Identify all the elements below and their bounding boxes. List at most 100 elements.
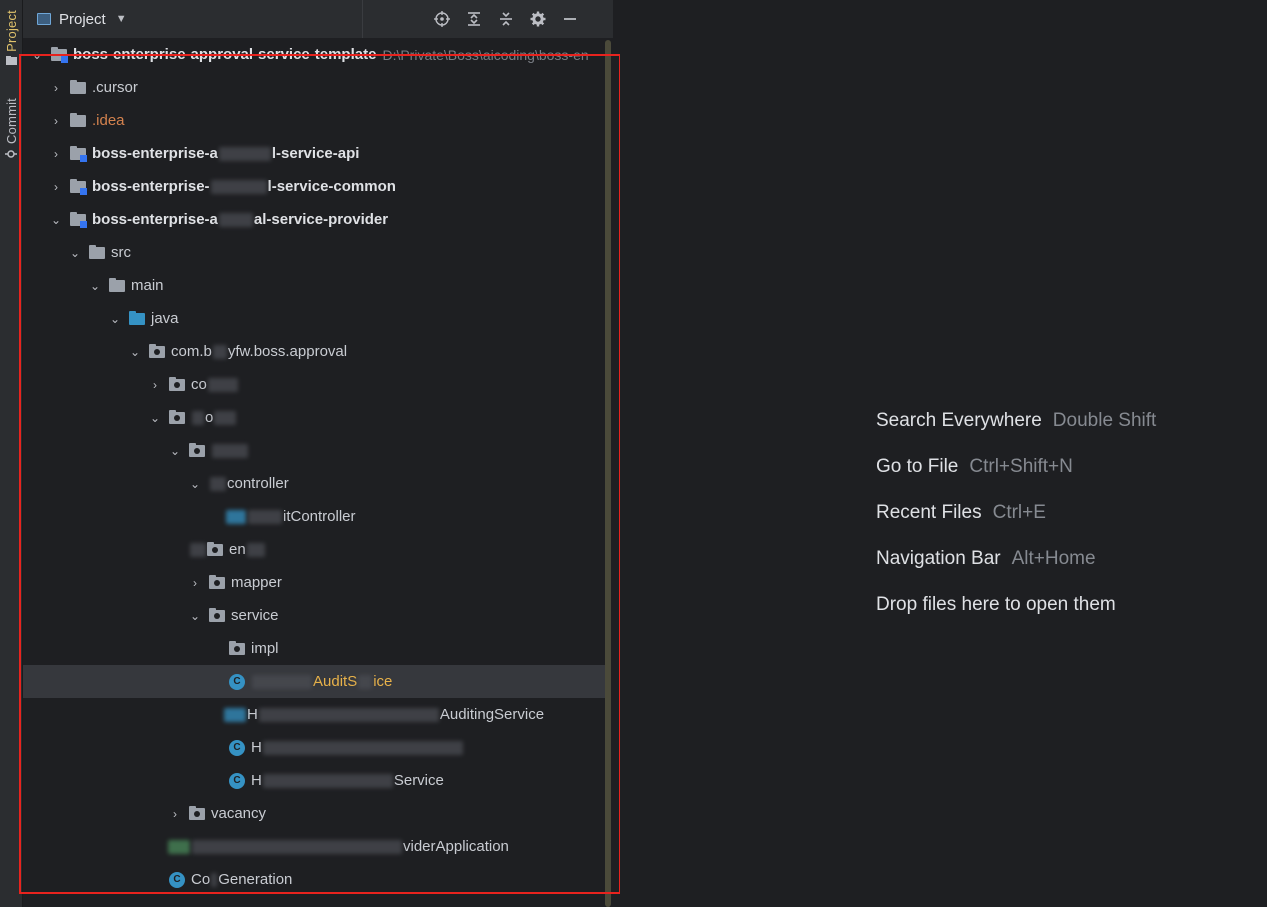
class-icon: C [229,673,245,690]
codegen-label-start: Co [191,871,211,888]
tree-row-java[interactable]: ⌄ java [23,302,606,335]
impl-label: impl [251,640,279,657]
class-2-label-end: AuditingService [439,706,545,723]
root-label: boss-enterprise-approval-service-templat… [73,46,377,63]
tree-row-package-1[interactable]: › co [23,368,606,401]
minimize-icon[interactable] [561,10,579,28]
locate-icon[interactable] [433,10,451,28]
tree-row-service[interactable]: ⌄ service [23,599,606,632]
tree-row-package-3[interactable]: ⌄ [23,434,606,467]
chevron-down-icon[interactable]: ⌄ [50,213,62,227]
chevron-right-icon[interactable]: › [50,114,62,128]
tree-row-module-provider[interactable]: ⌄ boss-enterprise-a al-service-provider [23,203,606,236]
tree-row-module-common[interactable]: › boss-enterprise- l-service-common [23,170,606,203]
chevron-down-icon[interactable]: ⌄ [149,411,161,425]
project-panel-header: Project ▼ [23,0,613,38]
root-path: D:\Private\Boss\aicoding\boss-en [382,46,589,63]
tree-row-main[interactable]: ⌄ main [23,269,606,302]
module-api-label-end: l-service-api [271,145,360,162]
chevron-right-icon[interactable]: › [50,147,62,161]
package-icon [169,376,185,391]
editor-hints: Search Everywhere Double Shift Go to Fil… [876,398,1156,628]
tree-row-selected-class[interactable]: C AuditS ice [23,665,606,698]
chevron-down-icon[interactable]: ⌄ [129,345,141,359]
folder-icon [89,244,105,259]
tree-row-root[interactable]: ⌄ boss-enterprise-approval-service-templ… [23,38,606,71]
tree-row-class-3[interactable]: C H [23,731,606,764]
tree-row-module-api[interactable]: › boss-enterprise-a l-service-api [23,137,606,170]
collapse-all-icon[interactable] [497,10,515,28]
redacted-text [212,344,227,359]
selected-class-label-start: AuditS [313,673,358,690]
redacted-text [214,410,237,425]
chevron-down-icon[interactable]: ⌄ [69,246,81,260]
tree-row-controller-class[interactable]: itController [23,500,606,533]
panel-toolbar [433,10,579,28]
tree-row-package-root[interactable]: ⌄ com.b yfw.boss.approval [23,335,606,368]
redacted-text [212,443,248,458]
tree-row-package-2[interactable]: ⌄ o [23,401,606,434]
commit-tool-tab[interactable]: Commit [0,98,22,160]
module-folder-icon [51,46,68,63]
project-tree: ⌄ boss-enterprise-approval-service-templ… [23,38,606,907]
expand-all-icon[interactable] [465,10,483,28]
chevron-down-icon[interactable]: ⌄ [109,312,121,326]
tree-row-mapper[interactable]: › mapper [23,566,606,599]
redacted-text [218,146,271,161]
project-tab-label: Project [3,10,19,52]
tree-row-app-class[interactable]: viderApplication [23,830,606,863]
package-icon [169,409,185,424]
chevron-right-icon[interactable]: › [189,576,201,590]
chevron-down-icon[interactable]: ⌄ [189,477,201,491]
chevron-down-icon[interactable]: ⌄ [89,279,101,293]
vacancy-label: vacancy [211,805,267,822]
chevron-down-icon[interactable]: ⌄ [189,609,201,623]
chevron-right-icon[interactable]: › [169,807,181,821]
package-icon [209,607,225,622]
ide-window: Project Commit Project ▼ ⌄ boss-enterpri… [0,0,1267,907]
chevron-down-icon: ▼ [115,13,127,25]
package-root-label-end: yfw.boss.approval [227,343,348,360]
app-class-label: viderApplication [403,838,509,855]
tree-row-class-2[interactable]: H AuditingService [23,698,606,731]
hint-label: Search Everywhere [876,410,1042,431]
redacted-text [258,707,439,722]
commit-tab-label: Commit [3,98,19,144]
chevron-down-icon[interactable]: ⌄ [31,48,43,62]
project-tool-tab[interactable]: Project [0,10,22,65]
hint-shortcut: Ctrl+Shift+N [969,456,1073,477]
tree-row-class-4[interactable]: C H Service [23,764,606,797]
redacted-text [262,740,463,755]
project-view-selector[interactable]: Project ▼ [23,0,363,38]
tree-row-codegen[interactable]: C Co Generation [23,863,606,896]
class-4-label-end: Service [393,772,444,789]
chevron-right-icon[interactable]: › [50,180,62,194]
chevron-right-icon[interactable]: › [149,378,161,392]
tree-row-idea[interactable]: › .idea [23,104,606,137]
tree-row-package-en[interactable]: en [23,533,606,566]
chevron-down-icon[interactable]: ⌄ [169,444,181,458]
tree-row-src[interactable]: ⌄ src [23,236,606,269]
gear-icon[interactable] [529,10,547,28]
chevron-right-icon[interactable]: › [50,81,62,95]
package-root-label-start: com.b [171,343,212,360]
redacted-text [358,674,373,689]
hint-go-to-file: Go to File Ctrl+Shift+N [876,444,1156,490]
tree-row-impl[interactable]: impl [23,632,606,665]
redacted-text [262,773,393,788]
cursor-label: .cursor [92,79,138,96]
package-icon [207,541,223,556]
hint-navigation-bar: Navigation Bar Alt+Home [876,536,1156,582]
package-icon [149,343,165,358]
tree-row-controller[interactable]: ⌄ controller [23,467,606,500]
idea-label: .idea [92,112,125,129]
class-2-label-start: H [247,706,258,723]
redacted-text [190,542,206,557]
redacted-text [207,377,238,392]
tree-row-vacancy[interactable]: › vacancy [23,797,606,830]
interface-icon [224,707,246,722]
package-en-label: en [229,541,246,558]
package-icon [229,640,245,655]
tree-scrollbar[interactable] [605,40,611,907]
tree-row-cursor[interactable]: › .cursor [23,71,606,104]
